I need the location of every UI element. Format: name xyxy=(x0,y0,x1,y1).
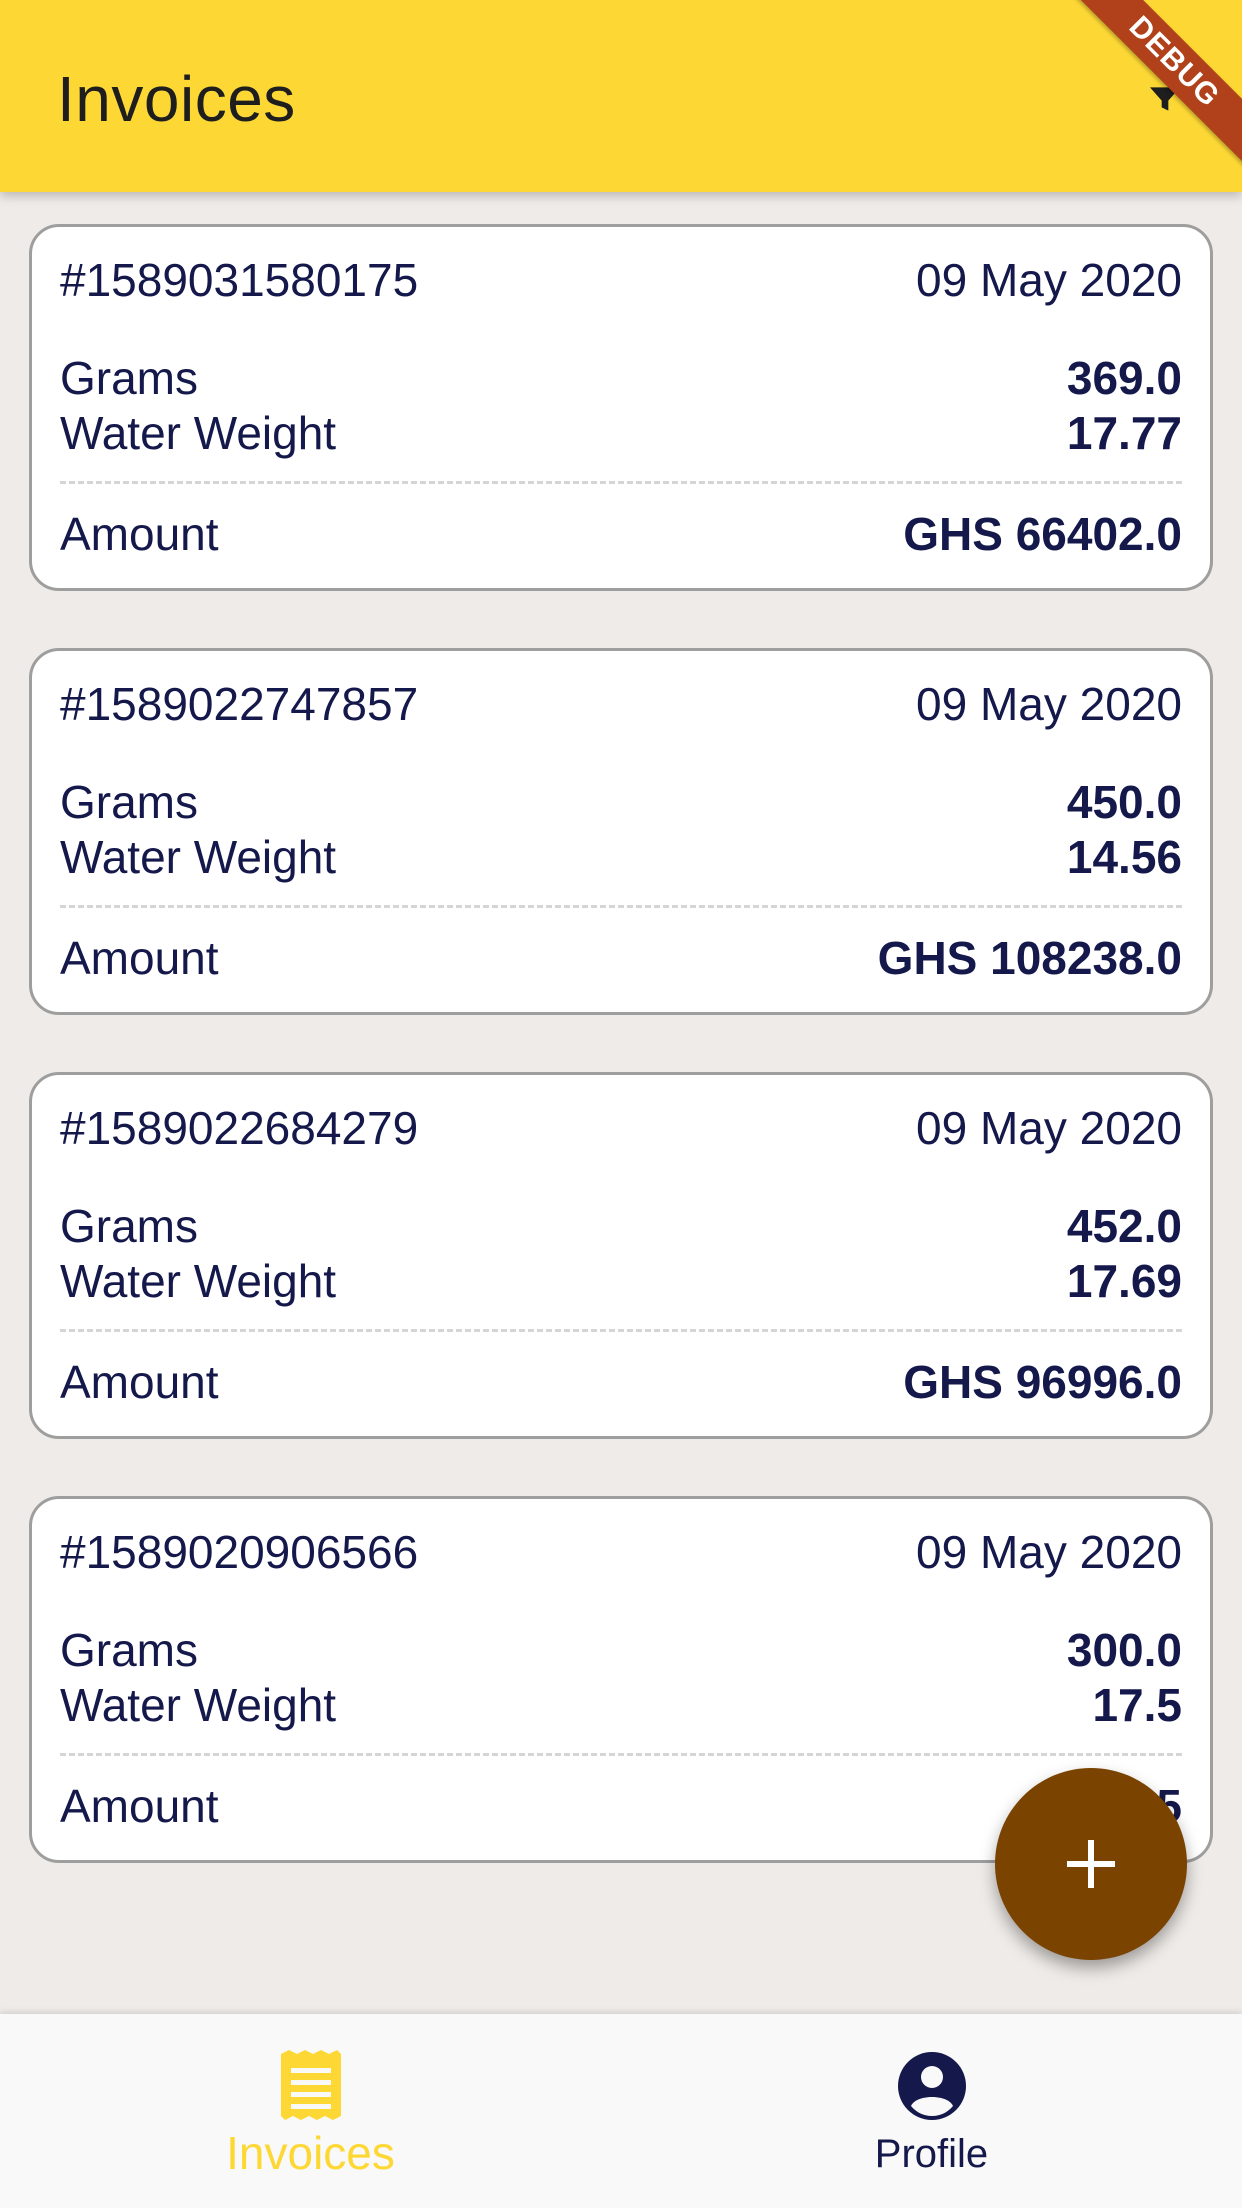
nav-label-profile: Profile xyxy=(874,2132,989,2176)
invoice-date: 09 May 2020 xyxy=(916,254,1182,306)
app-bar: Invoices xyxy=(0,0,1242,192)
amount-value: GHS 66402.0 xyxy=(903,508,1182,560)
grams-label: Grams xyxy=(60,776,198,828)
nav-item-profile[interactable]: Profile xyxy=(621,2014,1242,2208)
invoice-date: 09 May 2020 xyxy=(916,678,1182,730)
invoice-card[interactable]: #1589031580175 09 May 2020 Grams 369.0 W… xyxy=(29,224,1213,591)
invoice-date: 09 May 2020 xyxy=(916,1102,1182,1154)
invoice-list[interactable]: #1589031580175 09 May 2020 Grams 369.0 W… xyxy=(0,192,1242,2014)
invoice-id: #1589022747857 xyxy=(60,678,419,730)
amount-label: Amount xyxy=(60,508,219,560)
grams-label: Grams xyxy=(60,1200,198,1252)
amount-value: GHS 108238.0 xyxy=(877,932,1182,984)
amount-value: GHS 96996.0 xyxy=(903,1356,1182,1408)
water-weight-value: 14.56 xyxy=(1066,831,1182,883)
water-weight-label: Water Weight xyxy=(60,1255,337,1307)
dashed-divider xyxy=(60,1329,1182,1332)
account-circle-icon xyxy=(897,2052,966,2120)
plus-icon xyxy=(1067,1840,1115,1888)
dashed-divider xyxy=(60,481,1182,484)
screen: Invoices DEBUG #1589031580175 09 May 202… xyxy=(0,0,1242,2208)
grams-value: 369.0 xyxy=(1066,352,1182,404)
water-weight-label: Water Weight xyxy=(60,407,337,459)
amount-label: Amount xyxy=(60,1356,219,1408)
invoice-date: 09 May 2020 xyxy=(916,1526,1182,1578)
amount-label: Amount xyxy=(60,1780,219,1832)
invoice-id: #1589031580175 xyxy=(60,254,419,306)
amount-label: Amount xyxy=(60,932,219,984)
water-weight-label: Water Weight xyxy=(60,831,337,883)
invoice-card[interactable]: #1589022747857 09 May 2020 Grams 450.0 W… xyxy=(29,648,1213,1015)
add-invoice-button[interactable] xyxy=(995,1768,1187,1960)
grams-label: Grams xyxy=(60,352,198,404)
invoice-card[interactable]: #1589022684279 09 May 2020 Grams 452.0 W… xyxy=(29,1072,1213,1439)
grams-value: 300.0 xyxy=(1066,1624,1182,1676)
grams-value: 452.0 xyxy=(1066,1200,1182,1252)
nav-item-invoices[interactable]: Invoices xyxy=(0,2014,621,2208)
dashed-divider xyxy=(60,1753,1182,1756)
bottom-navigation: Invoices Profile xyxy=(0,2014,1242,2208)
dashed-divider xyxy=(60,905,1182,908)
water-weight-value: 17.5 xyxy=(1092,1679,1182,1731)
nav-label-invoices: Invoices xyxy=(226,2127,395,2179)
grams-label: Grams xyxy=(60,1624,198,1676)
receipt-icon xyxy=(280,2050,341,2120)
water-weight-value: 17.69 xyxy=(1066,1255,1182,1307)
water-weight-value: 17.77 xyxy=(1066,407,1182,459)
water-weight-label: Water Weight xyxy=(60,1679,337,1731)
grams-value: 450.0 xyxy=(1066,776,1182,828)
invoice-id: #1589020906566 xyxy=(60,1526,419,1578)
page-title: Invoices xyxy=(57,63,296,135)
invoice-id: #1589022684279 xyxy=(60,1102,419,1154)
